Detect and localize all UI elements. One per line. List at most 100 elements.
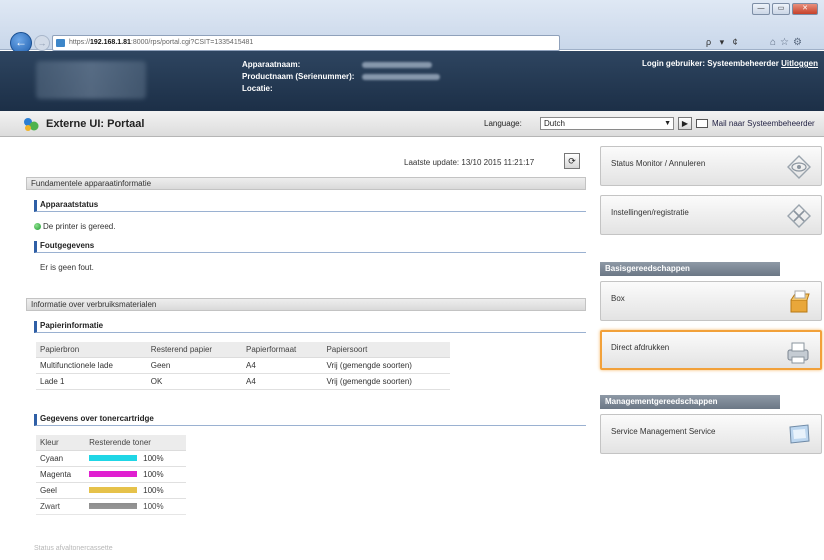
last-update: Laatste update: 13/10 2015 11:21:17 <box>404 158 535 167</box>
table-header-row: Kleur Resterende toner <box>36 435 186 451</box>
box-button[interactable]: Box <box>600 281 822 321</box>
printer-icon <box>787 342 809 364</box>
toner-name: Cyaan <box>36 450 86 467</box>
brand-logo <box>36 61 146 99</box>
settings-button[interactable]: Instellingen/registratie <box>600 195 822 235</box>
table-row: Geel 100% <box>36 482 186 499</box>
direct-print-label: Direct afdrukken <box>611 343 670 352</box>
paper-table: Papierbron Resterend papier Papierformaa… <box>36 342 450 390</box>
login-user: Login gebruiker: Systeembeheerder <box>641 59 779 68</box>
column-header: Papierbron <box>36 342 147 358</box>
portal-icon <box>24 118 39 131</box>
url-path: :8000/rps/portal.cgi?CSIT=1335415481 <box>130 39 254 46</box>
table-row: Cyaan 100% <box>36 450 186 467</box>
monitor-icon <box>789 424 810 444</box>
column-header: Resterend papier <box>146 342 242 358</box>
language-value: Dutch <box>544 119 565 128</box>
address-bar[interactable]: https://192.168.1.81:8000/rps/portal.cgi… <box>52 35 560 51</box>
language-apply-button[interactable]: ▶ <box>678 117 692 130</box>
refresh-button[interactable]: ⟳ <box>564 153 580 169</box>
url-host: 192.168.1.81 <box>90 39 131 46</box>
toner-name: Geel <box>36 482 86 499</box>
toner-value: 100% <box>143 501 164 511</box>
device-status: De printer is gereed. <box>34 222 115 231</box>
mail-admin-link[interactable]: Mail naar Systeembeheerder <box>712 119 815 128</box>
table-row: Multifunctionele lade Geen A4 Vrij (geme… <box>36 357 450 374</box>
toner-level: 100% <box>85 482 186 499</box>
basic-info-header: Fundamentele apparaatinformatie <box>26 177 586 190</box>
toner-level: 100% <box>85 498 186 515</box>
table-row: Zwart 100% <box>36 498 186 515</box>
column-header: Resterende toner <box>85 435 186 451</box>
location-label: Locatie: <box>242 84 273 93</box>
column-header: Papierformaat <box>242 342 323 358</box>
toner-value: 100% <box>143 453 164 463</box>
logout-link[interactable]: Uitloggen <box>781 59 818 68</box>
eye-icon <box>787 155 811 179</box>
box-label: Box <box>611 294 625 303</box>
table-cell: Multifunctionele lade <box>36 357 147 374</box>
toner-name: Zwart <box>36 498 86 515</box>
toner-name: Magenta <box>36 466 86 483</box>
toner-info-header: Gegevens over tonercartridge <box>34 414 586 426</box>
table-row: Lade 1 OK A4 Vrij (gemengde soorten) <box>36 373 450 390</box>
column-header: Kleur <box>36 435 86 451</box>
table-cell: Geen <box>146 357 242 374</box>
tools-icon <box>787 204 811 228</box>
page-title: Externe UI: Portaal <box>46 118 145 130</box>
portal-bar: Externe UI: Portaal Language: Dutch ▼ ▶ … <box>0 111 824 137</box>
device-name-value <box>362 61 433 68</box>
direct-print-button[interactable]: Direct afdrukken <box>600 330 822 370</box>
toner-table: Kleur Resterende toner Cyaan 100% Magent… <box>36 435 186 515</box>
error-info-text: Er is geen fout. <box>40 263 94 272</box>
toner-level: 100% <box>85 466 186 483</box>
login-info: Login gebruiker: Systeembeheerder Uitlog… <box>642 59 818 68</box>
forward-arrow-icon[interactable]: → <box>34 35 50 51</box>
table-cell: Vrij (gemengde soorten) <box>322 357 450 374</box>
toner-bar <box>89 487 138 494</box>
product-name-value <box>362 73 441 80</box>
paper-info-header: Papierinformatie <box>34 321 586 333</box>
page-icon <box>56 39 65 47</box>
search-refresh-icons[interactable]: ρ ▾ ¢ <box>706 37 741 48</box>
waste-toner-header: Status afvaltonercassette <box>34 545 113 552</box>
window-controls: — ▭ ✕ <box>752 3 818 15</box>
language-label: Language: <box>484 119 522 128</box>
management-tools-header: Managementgereedschappen <box>600 395 780 409</box>
home-star-gear-icon[interactable]: ⌂☆⚙ <box>770 37 806 48</box>
consumables-header: Informatie over verbruiksmaterialen <box>26 298 586 311</box>
language-select[interactable]: Dutch ▼ <box>540 117 674 130</box>
table-cell: A4 <box>242 357 323 374</box>
product-name-label: Productnaam (Serienummer): <box>242 72 355 81</box>
basic-tools-header: Basisgereedschappen <box>600 262 780 276</box>
settings-label: Instellingen/registratie <box>611 208 689 217</box>
toner-bar <box>89 471 138 478</box>
table-row: Magenta 100% <box>36 466 186 483</box>
service-management-button[interactable]: Service Management Service <box>600 414 822 454</box>
device-header: Apparaatnaam: Productnaam (Serienummer):… <box>0 51 824 111</box>
status-ok-icon <box>34 223 41 230</box>
service-management-label: Service Management Service <box>611 427 716 436</box>
toner-value: 100% <box>143 469 164 479</box>
error-info-header: Foutgegevens <box>34 241 586 253</box>
browser-chrome: — ▭ ✕ ← → https://192.168.1.81:8000/rps/… <box>0 0 824 54</box>
table-cell: A4 <box>242 373 323 390</box>
toner-level: 100% <box>85 450 186 467</box>
mail-icon <box>696 119 708 128</box>
minimize-button[interactable]: — <box>752 3 770 15</box>
toner-bar <box>89 455 138 462</box>
table-cell: Lade 1 <box>36 373 147 390</box>
toner-value: 100% <box>143 485 164 495</box>
table-header-row: Papierbron Resterend papier Papierformaa… <box>36 342 450 358</box>
url-prefix: https:// <box>69 39 91 46</box>
device-info: Apparaatnaam: Productnaam (Serienummer):… <box>242 59 441 95</box>
table-cell: OK <box>146 373 242 390</box>
maximize-button[interactable]: ▭ <box>772 3 790 15</box>
chevron-down-icon: ▼ <box>664 120 671 127</box>
device-status-text: De printer is gereed. <box>43 222 116 231</box>
close-button[interactable]: ✕ <box>792 3 818 15</box>
device-name-label: Apparaatnaam: <box>242 60 301 69</box>
device-status-header: Apparaatstatus <box>34 200 586 212</box>
status-monitor-label: Status Monitor / Annuleren <box>611 159 706 168</box>
status-monitor-button[interactable]: Status Monitor / Annuleren <box>600 146 822 186</box>
